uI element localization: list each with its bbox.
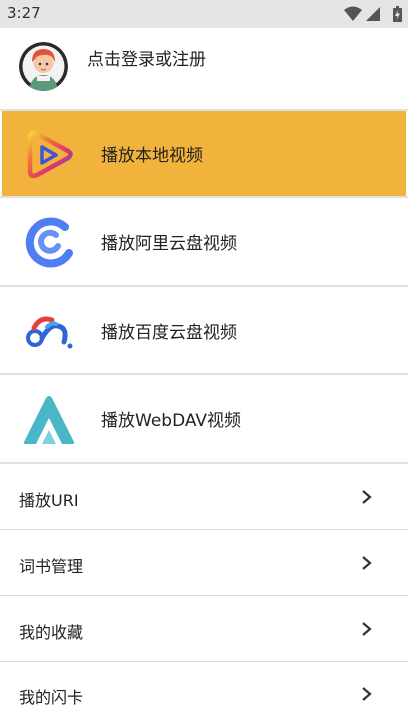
divider [0, 285, 408, 287]
wifi-icon [344, 6, 362, 21]
row-play-uri[interactable]: 播放URI [0, 465, 408, 529]
battery-icon [393, 6, 402, 22]
tile-play-aliyun-video[interactable]: 播放阿里云盘视频 [2, 199, 406, 284]
chevron-right-icon [362, 556, 372, 570]
chevron-right-icon [362, 490, 372, 504]
chevron-right-icon [362, 687, 372, 701]
aliyun-drive-icon [20, 213, 78, 271]
row-label: 我的闪卡 [19, 688, 84, 707]
tile-label: 播放百度云盘视频 [101, 323, 237, 343]
signal-icon [366, 7, 380, 21]
play-triangle-icon [20, 125, 78, 183]
row-wordbook-management[interactable]: 词书管理 [0, 531, 408, 595]
login-header[interactable]: 点击登录或注册 [0, 28, 408, 109]
status-bar: 3:27 [0, 0, 408, 28]
divider [0, 196, 408, 198]
login-register-label[interactable]: 点击登录或注册 [87, 45, 206, 70]
tile-play-local-video[interactable]: 播放本地视频 [2, 111, 406, 196]
status-time: 3:27 [7, 4, 41, 22]
tile-play-baidu-video[interactable]: 播放百度云盘视频 [2, 288, 406, 373]
divider [0, 373, 408, 375]
baidu-cloud-icon [20, 302, 78, 360]
chevron-right-icon [362, 622, 372, 636]
divider [0, 595, 408, 596]
tile-label: 播放本地视频 [101, 146, 203, 166]
row-label: 我的收藏 [19, 623, 84, 642]
tile-label: 播放阿里云盘视频 [101, 234, 237, 254]
tile-play-webdav-video[interactable]: 播放WebDAV视频 [2, 376, 406, 461]
row-my-flashcards[interactable]: 我的闪卡 [0, 662, 408, 726]
divider [0, 462, 408, 464]
webdav-icon [20, 390, 78, 448]
row-label: 播放URI [19, 491, 79, 510]
divider [0, 529, 408, 530]
avatar[interactable] [19, 42, 68, 91]
row-my-favorites[interactable]: 我的收藏 [0, 597, 408, 661]
tile-label: 播放WebDAV视频 [101, 411, 242, 431]
row-label: 词书管理 [19, 557, 84, 576]
